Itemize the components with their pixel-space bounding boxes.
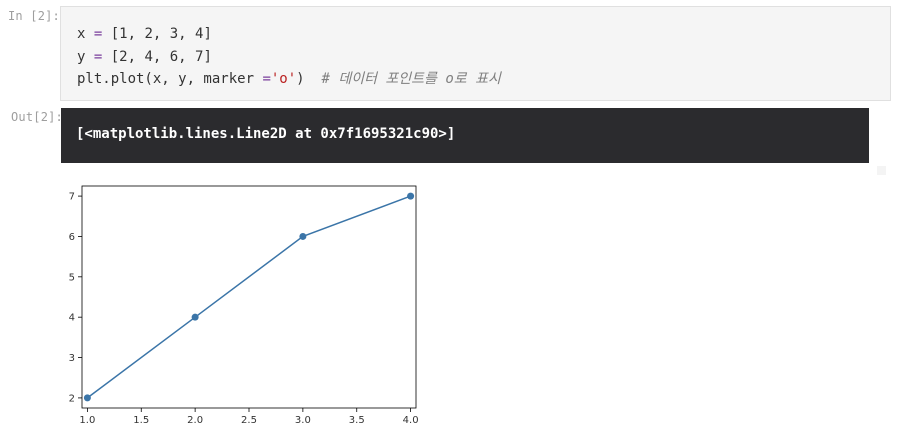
y-tick-label: 6 bbox=[69, 232, 75, 243]
y-tick-label: 4 bbox=[69, 313, 75, 324]
output-prompt: Out[2]: bbox=[11, 110, 63, 124]
code-comment: # 데이터 포인트를 o로 표시 bbox=[321, 71, 501, 87]
data-point-marker bbox=[83, 394, 91, 402]
y-tick-label: 2 bbox=[69, 393, 75, 404]
code-token: [1, 2, 3, 4] bbox=[110, 26, 212, 42]
code-token: ) bbox=[296, 71, 305, 87]
input-prompt: In [2]: bbox=[8, 9, 60, 23]
y-tick-label: 7 bbox=[69, 192, 75, 203]
code-line-2: y = [2, 4, 6, 7] bbox=[77, 49, 212, 65]
code-token: = bbox=[93, 26, 103, 42]
x-tick-label: 3.0 bbox=[295, 415, 311, 426]
code-token: = bbox=[93, 48, 103, 65]
code-token: = bbox=[262, 71, 271, 87]
code-token: plt.plot(x, y, marker bbox=[77, 71, 263, 87]
output-scroll-stub bbox=[877, 166, 886, 175]
x-tick-label: 2.0 bbox=[187, 415, 203, 426]
code-token: [2, 4, 6, 7] bbox=[110, 48, 212, 65]
code-editor[interactable]: x = [1, 2, 3, 4] y = [2, 4, 6, 7] plt.pl… bbox=[77, 23, 501, 91]
code-token: 'o' bbox=[270, 71, 297, 87]
code-input-area[interactable]: x = [1, 2, 3, 4] y = [2, 4, 6, 7] plt.pl… bbox=[60, 6, 891, 101]
x-tick-label: 3.5 bbox=[349, 415, 365, 426]
data-point-marker bbox=[299, 232, 307, 240]
code-token: y bbox=[77, 48, 86, 65]
x-tick-label: 1.0 bbox=[79, 415, 95, 426]
plot-frame bbox=[81, 185, 417, 409]
data-point-marker bbox=[407, 192, 415, 200]
output-text-area: [<matplotlib.lines.Line2D at 0x7f1695321… bbox=[61, 108, 869, 163]
y-tick-label: 5 bbox=[69, 272, 75, 283]
x-tick-label: 1.5 bbox=[133, 415, 149, 426]
code-line-1: x = [1, 2, 3, 4] bbox=[77, 26, 212, 42]
code-line-3: plt.plot(x, y, marker ='o') # 데이터 포인트를 o… bbox=[77, 71, 501, 87]
x-tick-label: 2.5 bbox=[241, 415, 257, 426]
code-token: x bbox=[77, 26, 86, 42]
y-tick-label: 3 bbox=[69, 353, 75, 364]
x-tick-label: 4.0 bbox=[403, 415, 419, 426]
series-line bbox=[86, 195, 411, 399]
line-chart: 1.0 1.5 2.0 2.5 3.0 3.5 4.0 2 3 4 5 6 7 bbox=[69, 185, 419, 426]
data-point-marker bbox=[191, 313, 199, 321]
output-text: [<matplotlib.lines.Line2D at 0x7f1695321… bbox=[76, 126, 456, 142]
